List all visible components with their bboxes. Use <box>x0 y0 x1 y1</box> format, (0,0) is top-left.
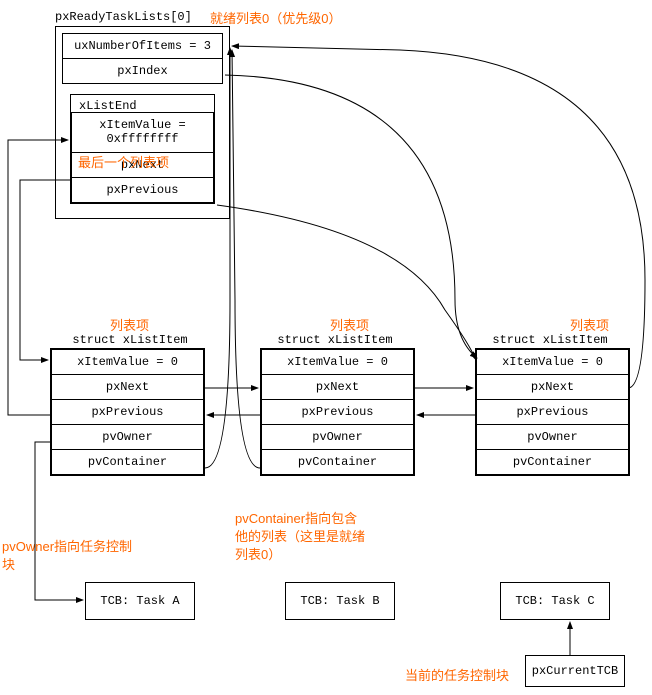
px-current-tcb: pxCurrentTCB <box>525 655 625 687</box>
item-c-pxprevious: pxPrevious <box>476 399 629 425</box>
struct-title-a: struct xListItem <box>60 333 200 347</box>
tcb-c-label: TCB: Task C <box>515 594 594 608</box>
px-current-tcb-label: pxCurrentTCB <box>532 664 618 678</box>
list-item-c: xItemValue = 0 pxNext pxPrevious pvOwner… <box>475 348 630 476</box>
pvowner-note: pvOwner指向任务控制 块 <box>2 538 132 574</box>
item-b-pxprevious: pxPrevious <box>261 399 414 425</box>
item-c-pvcontainer: pvContainer <box>476 449 629 475</box>
item-b-pvcontainer: pvContainer <box>261 449 414 475</box>
list-item-label-a: 列表项 <box>110 315 149 334</box>
xlistend-item-value: xItemValue = 0xffffffff <box>71 112 214 153</box>
xlistend-title: xListEnd <box>71 95 214 113</box>
px-index: pxIndex <box>62 58 223 84</box>
item-a-pvcontainer: pvContainer <box>51 449 204 475</box>
tcb-a: TCB: Task A <box>85 582 195 620</box>
list-item-a: xItemValue = 0 pxNext pxPrevious pvOwner… <box>50 348 205 476</box>
current-tcb-label: 当前的任务控制块 <box>405 665 509 684</box>
list-item-label-c: 列表项 <box>570 315 609 334</box>
struct-title-c: struct xListItem <box>480 333 620 347</box>
top-title: pxReadyTaskLists[0] <box>55 10 205 24</box>
ready-list-box: uxNumberOfItems = 3 pxIndex xListEnd xIt… <box>55 26 230 219</box>
item-c-pxnext: pxNext <box>476 374 629 400</box>
tcb-c: TCB: Task C <box>500 582 610 620</box>
ux-number-of-items: uxNumberOfItems = 3 <box>62 33 223 59</box>
xlistend-pxprevious: pxPrevious <box>71 177 214 203</box>
item-b-value: xItemValue = 0 <box>261 349 414 375</box>
list-item-b: xItemValue = 0 pxNext pxPrevious pvOwner… <box>260 348 415 476</box>
item-a-pxprevious: pxPrevious <box>51 399 204 425</box>
item-c-pvowner: pvOwner <box>476 424 629 450</box>
item-a-pvowner: pvOwner <box>51 424 204 450</box>
item-b-pvowner: pvOwner <box>261 424 414 450</box>
tcb-b-label: TCB: Task B <box>300 594 379 608</box>
struct-title-b: struct xListItem <box>265 333 405 347</box>
pvcontainer-note: pvContainer指向包含 他的列表（这里是就绪 列表0） <box>235 510 365 565</box>
tcb-a-label: TCB: Task A <box>100 594 179 608</box>
xlistend-box: xListEnd xItemValue = 0xffffffff pxNext … <box>70 94 215 204</box>
item-a-pxnext: pxNext <box>51 374 204 400</box>
top-label: 就绪列表0（优先级0） <box>210 8 341 27</box>
item-c-value: xItemValue = 0 <box>476 349 629 375</box>
tcb-b: TCB: Task B <box>285 582 395 620</box>
last-item-label: 最后一个列表项 <box>78 152 169 171</box>
item-b-pxnext: pxNext <box>261 374 414 400</box>
item-a-value: xItemValue = 0 <box>51 349 204 375</box>
list-item-label-b: 列表项 <box>330 315 369 334</box>
